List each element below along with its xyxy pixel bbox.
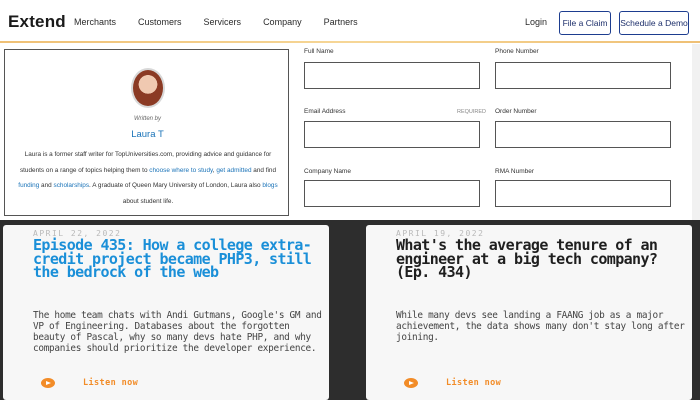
bio-text: ,	[212, 166, 215, 174]
email-address-field[interactable]	[304, 121, 480, 148]
order-number-field[interactable]	[495, 121, 671, 148]
podcast-card[interactable]: APRIL 19, 2022 What's the average tenure…	[366, 225, 692, 400]
listen-now-label: Listen now	[446, 378, 502, 388]
author-bio: Laura is a former staff writer for TopUn…	[17, 147, 279, 209]
listen-now-button[interactable]: Listen now	[404, 378, 501, 388]
podcast-description: The home team chats with Andi Gutmans, G…	[33, 310, 322, 354]
full-name-field[interactable]	[304, 62, 480, 89]
bio-link-scholarships[interactable]: scholarships	[54, 182, 90, 189]
nav-link-partners[interactable]: Partners	[324, 17, 358, 27]
author-avatar	[131, 68, 165, 108]
written-by-label: Written by	[133, 116, 161, 122]
bio-link-choose-where-to-study[interactable]: choose where to study	[149, 167, 212, 174]
bio-text: about student life.	[122, 197, 174, 205]
podcast-title-link[interactable]: Episode 435: How a college extra-credit …	[33, 238, 323, 280]
schedule-demo-button[interactable]: Schedule a Demo	[619, 11, 689, 35]
order-number-label: Order Number	[495, 108, 537, 115]
nav-divider	[0, 41, 700, 43]
author-name-link[interactable]: Laura T	[5, 129, 290, 140]
email-address-label: Email Address	[304, 108, 346, 115]
nav-links: Merchants Customers Servicers Company Pa…	[74, 17, 380, 27]
bio-link-get-admitted[interactable]: get admitted	[216, 167, 251, 174]
podcast-title-link[interactable]: What's the average tenure of an engineer…	[396, 238, 686, 280]
required-indicator: REQUIRED	[457, 109, 487, 115]
nav-link-company[interactable]: Company	[263, 17, 302, 27]
play-icon	[41, 378, 55, 388]
company-name-field[interactable]	[304, 180, 480, 207]
bio-text: and	[41, 182, 52, 189]
bio-link-funding[interactable]: funding	[18, 182, 39, 189]
listen-now-button[interactable]: Listen now	[41, 378, 138, 388]
file-claim-button[interactable]: File a Claim	[559, 11, 611, 35]
scrollbar-track[interactable]	[692, 44, 700, 220]
company-name-label: Company Name	[304, 168, 351, 175]
brand-logo[interactable]: Extend	[8, 12, 66, 32]
login-link[interactable]: Login	[525, 17, 547, 27]
listen-now-label: Listen now	[83, 378, 139, 388]
bio-text: and find	[253, 166, 277, 174]
top-navigation: Extend Merchants Customers Servicers Com…	[0, 0, 700, 44]
phone-number-field[interactable]	[495, 62, 671, 89]
bio-link-blogs[interactable]: blogs	[262, 182, 277, 189]
bio-text: . A graduate of Queen Mary University of…	[89, 182, 261, 189]
podcast-description: While many devs see landing a FAANG job …	[396, 310, 685, 343]
nav-link-servicers[interactable]: Servicers	[204, 17, 242, 27]
play-icon	[404, 378, 418, 388]
phone-number-label: Phone Number	[495, 48, 539, 55]
nav-link-customers[interactable]: Customers	[138, 17, 182, 27]
rma-number-field[interactable]	[495, 180, 671, 207]
rma-number-label: RMA Number	[495, 168, 535, 175]
author-card: Written by Laura T Laura is a former sta…	[4, 49, 289, 216]
podcast-card[interactable]: APRIL 22, 2022 Episode 435: How a colleg…	[3, 225, 329, 400]
nav-link-merchants[interactable]: Merchants	[74, 17, 116, 27]
full-name-label: Full Name	[304, 48, 334, 55]
